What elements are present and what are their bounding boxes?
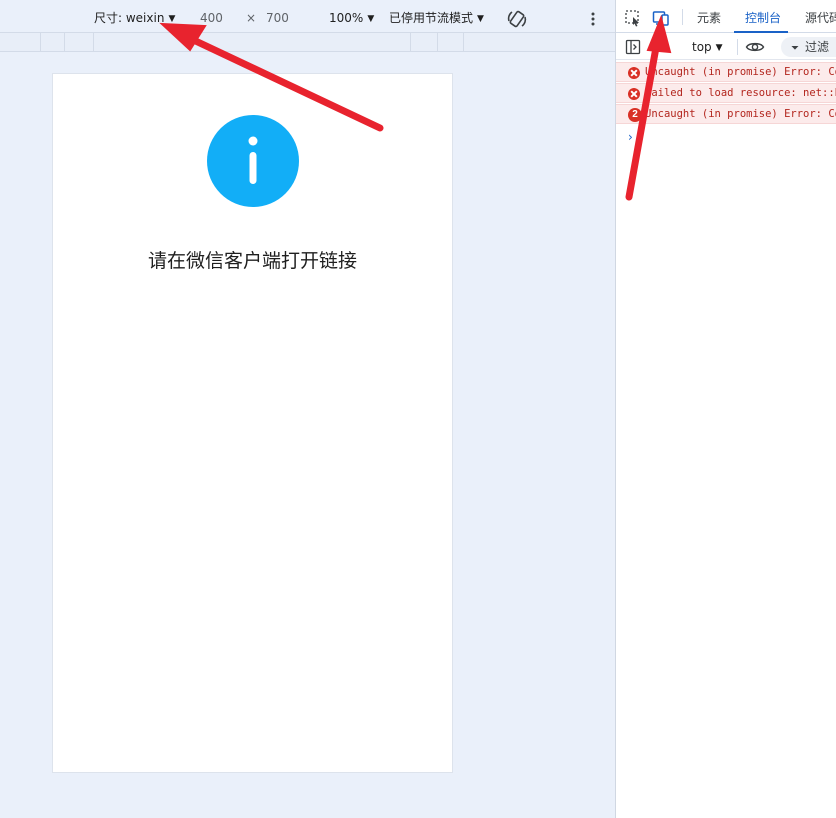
rotate-icon[interactable] xyxy=(506,8,528,30)
info-icon xyxy=(207,115,299,207)
height-input[interactable]: 700 xyxy=(266,10,289,26)
console-prompt[interactable]: › xyxy=(628,130,633,144)
ruler-tick xyxy=(93,33,94,52)
console-error-row[interactable]: Uncaught (in promise) Error: Cou xyxy=(616,62,836,82)
toolbar-divider xyxy=(682,9,683,25)
console-error-row[interactable]: Failed to load resource: net::ERR_ xyxy=(616,83,836,103)
filter-label: 过滤 xyxy=(805,40,830,54)
device-toolbar-toggle-icon[interactable] xyxy=(652,9,670,27)
toolbar-divider xyxy=(737,39,738,55)
error-icon xyxy=(628,67,640,79)
emulation-toolbar: 尺寸: weixin ▼ 400 × 700 100% ▼ 已停用节流模式 ▼ xyxy=(0,0,615,33)
open-in-wechat-message: 请在微信客户端打开链接 xyxy=(147,250,357,272)
eye-icon[interactable] xyxy=(745,39,765,55)
chevron-down-icon: ▼ xyxy=(367,14,375,24)
console-message-text: Failed to load resource: net::ERR_ xyxy=(645,87,836,99)
console-messages: Uncaught (in promise) Error: Cou Failed … xyxy=(616,62,836,144)
device-label: 尺寸: weixin xyxy=(94,11,165,25)
filter-input[interactable]: ⏷ 过滤 xyxy=(781,37,836,57)
throttling-dropdown[interactable]: 已停用节流模式 ▼ xyxy=(389,10,484,26)
console-message-text: Uncaught (in promise) Error: Cou xyxy=(645,66,836,78)
console-error-row[interactable]: 2 Uncaught (in promise) Error: Cou xyxy=(616,104,836,124)
device-dimensions-dropdown[interactable]: 尺寸: weixin ▼ xyxy=(94,10,175,26)
tab-console[interactable]: 控制台 xyxy=(745,10,781,26)
media-query-ruler[interactable] xyxy=(0,33,615,52)
filter-icon: ⏷ xyxy=(791,43,799,54)
chevron-down-icon: ▼ xyxy=(715,43,723,53)
tab-sources[interactable]: 源代码 xyxy=(805,10,836,26)
inspect-element-icon[interactable] xyxy=(624,9,642,27)
chevron-down-icon: ▼ xyxy=(477,14,484,24)
device-emulation-area: 尺寸: weixin▼ 400 × 700 100%▼ 已停用节流模式▼ xyxy=(0,0,615,818)
ruler-tick xyxy=(64,33,65,52)
sidebar-toggle-icon[interactable] xyxy=(625,39,641,55)
devtools-toolbar: 元素 控制台 源代码 xyxy=(616,0,836,33)
console-toolbar: top ▼ ⏷ 过滤 xyxy=(616,33,836,60)
dimension-times-sign: × xyxy=(246,11,257,25)
throttle-label: 已停用节流模式 xyxy=(389,11,474,25)
more-options-icon[interactable] xyxy=(586,10,600,28)
chevron-down-icon: ▼ xyxy=(168,14,176,24)
ruler-tick xyxy=(437,33,438,52)
context-label: top xyxy=(692,40,712,54)
error-icon xyxy=(628,88,640,100)
ruler-tick xyxy=(40,33,41,52)
javascript-context-dropdown[interactable]: top ▼ xyxy=(692,39,723,55)
devtools-panel: 元素 控制台 源代码 top ▼ ⏷ 过滤 Uncaught (in promise… xyxy=(615,0,836,818)
console-message-text: Uncaught (in promise) Error: Cou xyxy=(645,108,836,120)
ruler-tick xyxy=(463,33,464,52)
zoom-dropdown[interactable]: 100% ▼ xyxy=(329,10,374,26)
zoom-label: 100% xyxy=(329,11,364,25)
tab-elements[interactable]: 元素 xyxy=(697,10,721,26)
width-input[interactable]: 400 xyxy=(200,10,223,26)
emulated-page-viewport: 请在微信客户端打开链接 xyxy=(52,73,453,773)
repeat-count-badge: 2 xyxy=(628,108,642,122)
ruler-tick xyxy=(410,33,411,52)
